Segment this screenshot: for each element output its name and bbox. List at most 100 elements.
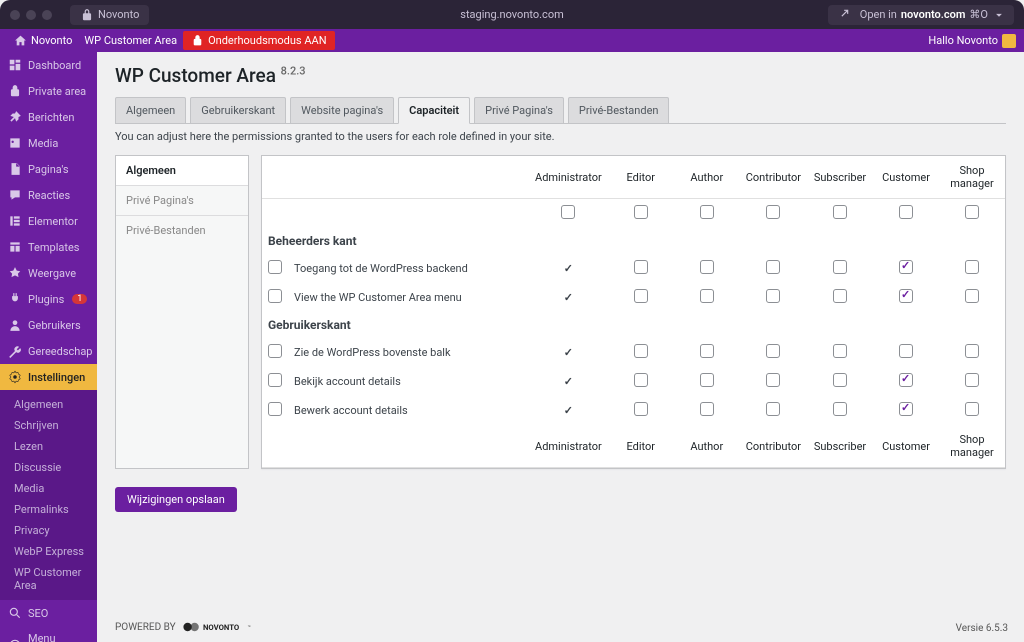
capability-checkbox[interactable] (833, 373, 847, 387)
capability-checkbox[interactable] (899, 260, 913, 274)
capability-checkbox[interactable] (634, 260, 648, 274)
capability-checkbox[interactable] (766, 373, 780, 387)
role-header: Customer (873, 156, 939, 199)
row-select-checkbox[interactable] (268, 289, 282, 303)
sidebar-item-weergave[interactable]: Weergave (0, 260, 97, 286)
capability-checkbox[interactable] (965, 373, 979, 387)
capability-checkbox[interactable] (700, 373, 714, 387)
select-all-checkbox[interactable] (634, 205, 648, 219)
submenu-webpexpress[interactable]: WebP Express (0, 541, 97, 562)
user-icon (8, 318, 22, 332)
capability-checkbox[interactable] (833, 289, 847, 303)
sidebar-item-plugins[interactable]: Plugins1 (0, 286, 97, 312)
sidebar-item-dashboard[interactable]: Dashboard (0, 52, 97, 78)
capability-checkbox[interactable] (965, 402, 979, 416)
select-all-checkbox[interactable] (766, 205, 780, 219)
sidebar-item-paginas[interactable]: Pagina's (0, 156, 97, 182)
sidebar-item-elementor[interactable]: Elementor (0, 208, 97, 234)
sidebar-item-instellingen[interactable]: Instellingen (0, 364, 97, 390)
row-select-checkbox[interactable] (268, 260, 282, 274)
seo-icon (8, 606, 22, 620)
capability-checkbox[interactable] (833, 402, 847, 416)
open-in-button[interactable]: Open in novonto.com ⌘O (828, 5, 1014, 25)
select-all-checkbox[interactable] (965, 205, 979, 219)
capability-checkbox[interactable] (965, 260, 979, 274)
row-select-checkbox[interactable] (268, 344, 282, 358)
app-link[interactable]: WP Customer Area (78, 34, 183, 47)
sidebar-item-menuinvouwen[interactable]: Menu invouwen (0, 626, 97, 642)
tab-algemeen[interactable]: Algemeen (115, 97, 186, 123)
capability-checkbox[interactable] (700, 344, 714, 358)
sidetab-privpaginas[interactable]: Privé Pagina's (116, 186, 248, 216)
collapse-icon (8, 638, 22, 642)
window-min-dot[interactable] (26, 10, 36, 20)
capability-checkbox[interactable] (700, 402, 714, 416)
sidetab-privbestanden[interactable]: Privé-Bestanden (116, 216, 248, 245)
capability-checkbox[interactable] (899, 402, 913, 416)
capability-label: View the WP Customer Area menu (288, 283, 529, 312)
row-select-checkbox[interactable] (268, 402, 282, 416)
tab-privbestanden[interactable]: Privé-Bestanden (568, 97, 670, 123)
submenu-schrijven[interactable]: Schrijven (0, 415, 97, 436)
capability-checkbox[interactable] (766, 260, 780, 274)
maintenance-badge[interactable]: Onderhoudsmodus AAN (183, 31, 334, 50)
row-select-checkbox[interactable] (268, 373, 282, 387)
submenu-algemeen[interactable]: Algemeen (0, 394, 97, 415)
role-header: Author (674, 425, 740, 468)
capability-checkbox[interactable] (833, 260, 847, 274)
select-all-checkbox[interactable] (899, 205, 913, 219)
sidebar-item-gebruikers[interactable]: Gebruikers (0, 312, 97, 338)
capability-checkbox[interactable] (634, 344, 648, 358)
capability-checkbox[interactable] (766, 344, 780, 358)
submenu-discussie[interactable]: Discussie (0, 457, 97, 478)
role-header: Shop manager (939, 156, 1005, 199)
sidebar-item-templates[interactable]: Templates (0, 234, 97, 260)
capability-checkbox[interactable] (700, 260, 714, 274)
select-all-checkbox[interactable] (561, 205, 575, 219)
dash-icon (8, 58, 22, 72)
capability-checkbox[interactable] (634, 402, 648, 416)
sidebar-item-seo[interactable]: SEO (0, 600, 97, 626)
tab-capaciteit[interactable]: Capaciteit (398, 97, 470, 124)
submenu-lezen[interactable]: Lezen (0, 436, 97, 457)
capability-checkbox[interactable] (899, 373, 913, 387)
select-all-checkbox[interactable] (700, 205, 714, 219)
sidebar-item-privatearea[interactable]: Private area (0, 78, 97, 104)
sidebar-item-berichten[interactable]: Berichten (0, 104, 97, 130)
home-icon (14, 34, 27, 47)
tools-icon (8, 344, 22, 358)
capability-checkbox[interactable] (899, 289, 913, 303)
wp-admin-bar: Novonto WP Customer Area Onderhoudsmodus… (0, 29, 1024, 52)
address-bar[interactable]: Novonto (70, 5, 149, 25)
tab-websitepaginas[interactable]: Website pagina's (290, 97, 394, 123)
sidebar-item-media[interactable]: Media (0, 130, 97, 156)
sidebar-item-gereedschap[interactable]: Gereedschap (0, 338, 97, 364)
tab-gebruikerskant[interactable]: Gebruikerskant (190, 97, 286, 123)
user-menu[interactable]: Hallo Novonto (928, 34, 1016, 48)
submenu-wpcustomerarea[interactable]: WP Customer Area (0, 562, 97, 596)
capability-checkbox[interactable] (899, 344, 913, 358)
submenu-media[interactable]: Media (0, 478, 97, 499)
role-header: Customer (873, 425, 939, 468)
window-max-dot[interactable] (42, 10, 52, 20)
save-button[interactable]: Wijzigingen opslaan (115, 487, 237, 512)
capability-checkbox[interactable] (634, 373, 648, 387)
window-close-dot[interactable] (10, 10, 20, 20)
sidetab-algemeen[interactable]: Algemeen (116, 156, 248, 186)
capability-checkbox[interactable] (965, 289, 979, 303)
submenu-privacy[interactable]: Privacy (0, 520, 97, 541)
tab-privpaginas[interactable]: Privé Pagina's (474, 97, 564, 123)
footer-powered-by: POWERED BYNOVONTO™ (115, 620, 280, 634)
submenu-permalinks[interactable]: Permalinks (0, 499, 97, 520)
capability-checkbox[interactable] (965, 344, 979, 358)
capability-checkbox[interactable] (766, 289, 780, 303)
role-header: Contributor (740, 425, 807, 468)
select-all-checkbox[interactable] (833, 205, 847, 219)
capability-checkbox[interactable] (634, 289, 648, 303)
capability-checkbox[interactable] (700, 289, 714, 303)
site-link[interactable]: Novonto (8, 34, 78, 47)
plugin-icon (8, 292, 22, 306)
sidebar-item-reacties[interactable]: Reacties (0, 182, 97, 208)
capability-checkbox[interactable] (766, 402, 780, 416)
capability-checkbox[interactable] (833, 344, 847, 358)
